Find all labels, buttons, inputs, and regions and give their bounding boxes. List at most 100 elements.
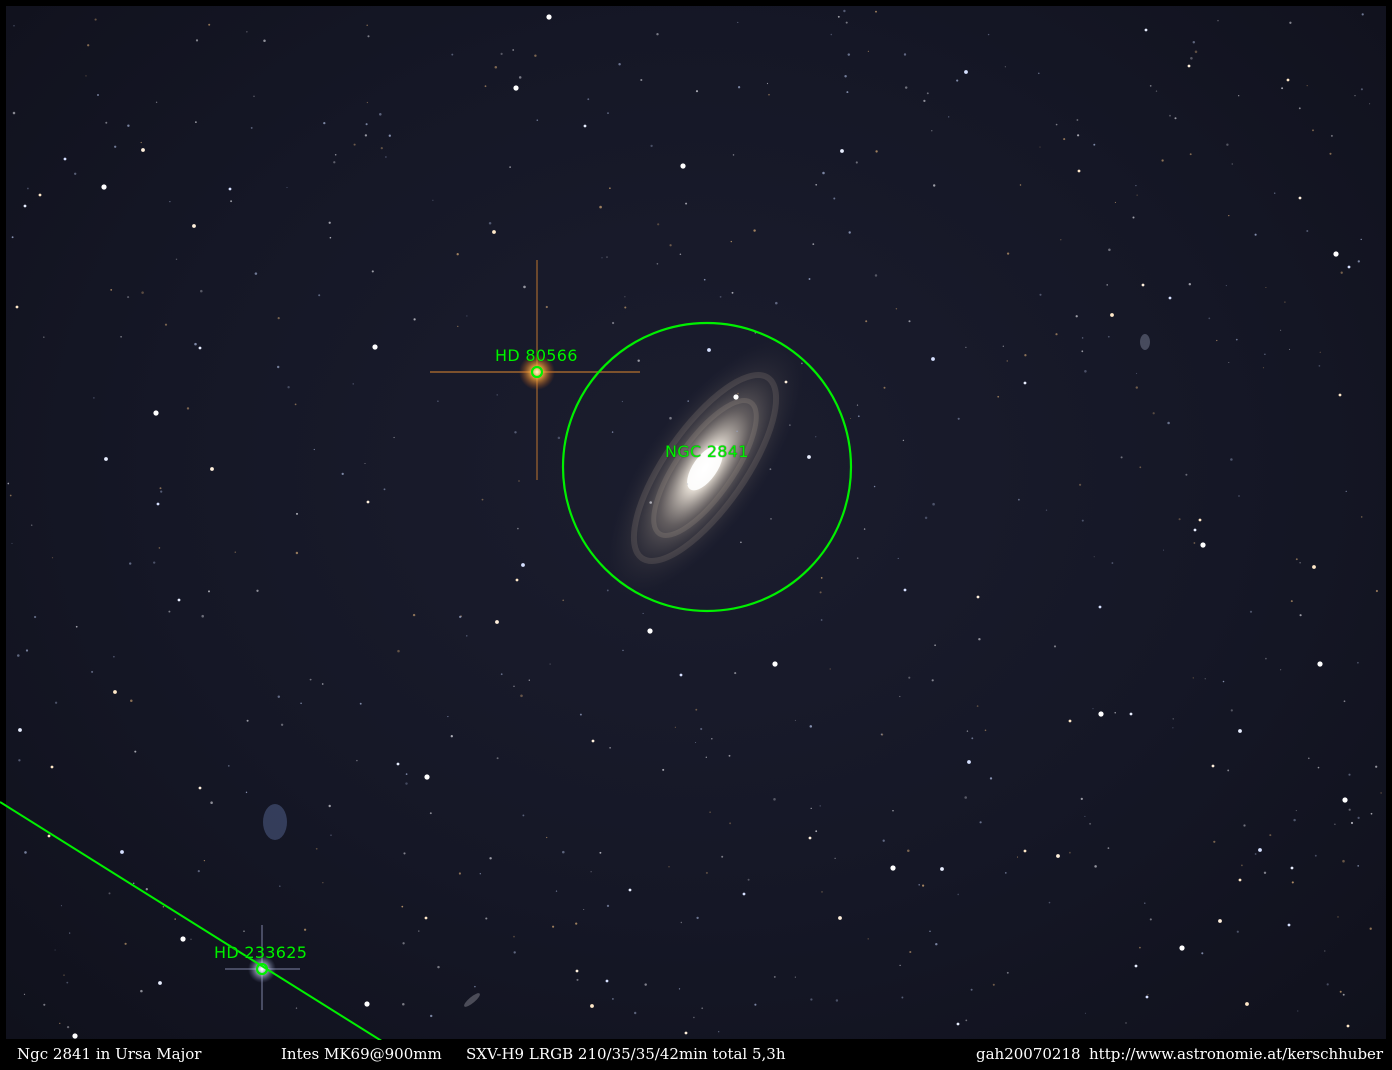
caption-title: Ngc 2841 in Ursa Major bbox=[17, 1045, 202, 1063]
star bbox=[1286, 78, 1290, 82]
faint-star bbox=[1369, 103, 1371, 105]
faint-star bbox=[9, 494, 12, 497]
caption-url: http://www.astronomie.at/kerschhuber bbox=[1089, 1045, 1384, 1063]
faint-star bbox=[513, 951, 516, 954]
faint-star bbox=[822, 171, 825, 175]
star bbox=[364, 1001, 370, 1007]
star bbox=[396, 762, 400, 766]
faint-star bbox=[1081, 337, 1084, 339]
faint-star bbox=[195, 121, 197, 123]
faint-star bbox=[134, 750, 137, 753]
star bbox=[591, 739, 595, 743]
faint-star bbox=[513, 685, 515, 688]
faint-star bbox=[1348, 808, 1351, 811]
faint-star bbox=[987, 33, 990, 36]
faint-star bbox=[466, 315, 468, 317]
label-hd233625: HD 233625 bbox=[214, 943, 308, 962]
faint-star bbox=[965, 1019, 968, 1022]
faint-star bbox=[250, 126, 253, 129]
faint-star bbox=[736, 430, 738, 433]
faint-star bbox=[892, 809, 894, 812]
star bbox=[583, 124, 587, 128]
faint-star bbox=[1269, 834, 1272, 837]
faint-star bbox=[1230, 458, 1233, 461]
faint-star bbox=[200, 289, 203, 293]
faint-star bbox=[234, 551, 237, 553]
faint-star bbox=[668, 866, 670, 868]
faint-star bbox=[457, 325, 459, 328]
faint-star bbox=[174, 918, 176, 920]
faint-star bbox=[997, 395, 1000, 398]
star bbox=[680, 163, 686, 169]
faint-star bbox=[54, 701, 58, 704]
faint-star bbox=[1290, 600, 1293, 603]
faint-star bbox=[808, 278, 811, 280]
faint-star bbox=[59, 1022, 61, 1024]
faint-star bbox=[847, 53, 851, 56]
faint-star bbox=[413, 318, 416, 321]
star bbox=[1245, 1002, 1249, 1006]
faint-star bbox=[397, 649, 400, 653]
star bbox=[1129, 712, 1133, 716]
faint-star bbox=[650, 144, 653, 148]
star bbox=[1347, 265, 1351, 269]
faint-star bbox=[359, 702, 362, 705]
faint-star bbox=[611, 997, 614, 1000]
faint-star bbox=[43, 1003, 46, 1006]
faint-star bbox=[145, 888, 148, 891]
faint-star bbox=[1357, 865, 1360, 867]
faint-star bbox=[227, 765, 230, 767]
star bbox=[1198, 518, 1202, 522]
faint-star bbox=[837, 15, 840, 18]
faint-star bbox=[412, 613, 416, 617]
faint-star bbox=[1174, 117, 1177, 120]
faint-star bbox=[820, 619, 823, 621]
star bbox=[72, 1033, 78, 1039]
faint-star bbox=[1342, 993, 1345, 996]
star bbox=[141, 148, 145, 152]
faint-star bbox=[1092, 708, 1094, 710]
faint-star bbox=[1084, 815, 1086, 817]
star bbox=[1238, 878, 1242, 882]
star bbox=[192, 224, 196, 228]
faint-star bbox=[120, 335, 122, 338]
star bbox=[1023, 381, 1027, 385]
faint-star bbox=[418, 930, 420, 932]
star bbox=[158, 981, 162, 985]
faint-star bbox=[287, 386, 290, 389]
star bbox=[15, 305, 19, 309]
faint-star bbox=[108, 892, 111, 895]
faint-star bbox=[1308, 757, 1310, 760]
faint-star bbox=[662, 768, 665, 771]
faint-star bbox=[1337, 916, 1339, 918]
faint-star bbox=[132, 882, 135, 885]
faint-star bbox=[1048, 901, 1051, 904]
faint-star bbox=[1289, 21, 1292, 24]
faint-star bbox=[522, 814, 525, 817]
faint-star bbox=[922, 884, 925, 887]
faint-star bbox=[607, 112, 609, 114]
faint-star bbox=[63, 974, 65, 976]
faint-star bbox=[430, 1014, 433, 1018]
faint-star bbox=[379, 113, 382, 116]
faint-star bbox=[850, 417, 852, 420]
star bbox=[47, 834, 51, 838]
faint-star bbox=[1120, 456, 1123, 459]
faint-star bbox=[294, 403, 297, 406]
star bbox=[63, 157, 67, 161]
faint-star bbox=[509, 166, 511, 168]
faint-star bbox=[87, 44, 90, 47]
faint-star bbox=[168, 610, 171, 613]
star bbox=[198, 786, 202, 790]
faint-star bbox=[601, 257, 603, 259]
faint-star bbox=[500, 673, 503, 676]
faint-star bbox=[1339, 990, 1342, 993]
hd233625-trajectory-line bbox=[0, 801, 429, 1070]
faint-star bbox=[815, 830, 818, 833]
star bbox=[1068, 719, 1072, 723]
faint-star bbox=[318, 294, 321, 297]
faint-star bbox=[1149, 918, 1152, 921]
faint-star bbox=[328, 221, 331, 224]
star bbox=[372, 344, 378, 350]
faint-star bbox=[466, 635, 468, 637]
